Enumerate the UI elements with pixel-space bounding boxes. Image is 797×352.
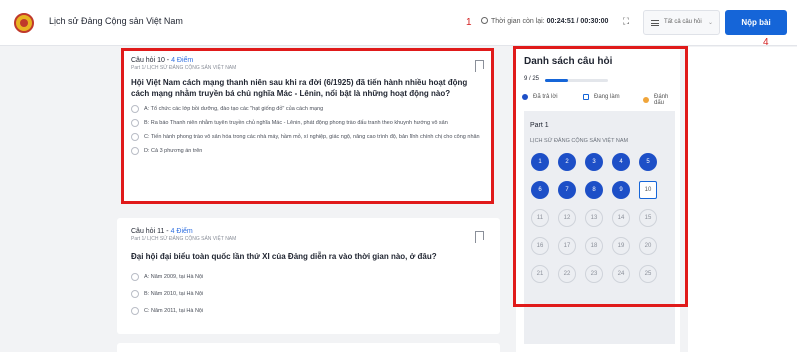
right-empty-area xyxy=(688,47,797,352)
filter-label: Tất cả câu hỏi xyxy=(664,19,702,25)
radio-button[interactable] xyxy=(131,307,139,315)
chevron-down-icon: ⌄ xyxy=(707,20,713,26)
party-emblem-icon xyxy=(14,13,34,33)
fullscreen-icon[interactable]: ⛶ xyxy=(619,14,633,28)
page-title: Lịch sử Đảng Cộng sản Việt Nam xyxy=(49,16,183,26)
option-label: B: Năm 2010, tại Hà Nội xyxy=(144,291,204,297)
annotation-marker-1: 1 xyxy=(466,17,472,28)
option-label: A: Năm 2009, tại Hà Nội xyxy=(144,274,204,280)
question-filter-select[interactable]: Tất cả câu hỏi ⌄ xyxy=(643,10,720,35)
answer-option-a[interactable]: A: Năm 2009, tại Hà Nội xyxy=(131,273,486,281)
annotation-box-2 xyxy=(121,48,494,204)
clock-icon xyxy=(481,17,488,24)
annotation-box-3 xyxy=(513,46,688,307)
timer: Thời gian còn lại: 00:24:51 / 00:30:00 xyxy=(481,17,608,25)
question-card-12 xyxy=(117,343,500,352)
question-number: Câu hỏi 11 - xyxy=(131,228,171,235)
submit-button[interactable]: Nộp bài xyxy=(725,10,787,35)
question-part: Part 1/ LỊCH SỬ ĐẢNG CỘNG SẢN VIỆT NAM xyxy=(131,236,237,242)
question-text: Đại hội đại biểu toàn quốc lần thứ XI củ… xyxy=(131,252,437,261)
question-heading: Câu hỏi 11 - 4 Điểm xyxy=(131,228,486,235)
question-card-11: Câu hỏi 11 - 4 Điểm Part 1/ LỊCH SỬ ĐẢNG… xyxy=(117,218,500,334)
flag-icon[interactable] xyxy=(475,231,484,243)
radio-button[interactable] xyxy=(131,273,139,281)
answer-option-c[interactable]: C: Năm 2011, tại Hà Nội xyxy=(131,307,486,315)
timer-label: Thời gian còn lại: xyxy=(491,18,545,25)
question-points: 4 Điểm xyxy=(170,228,193,235)
timer-value: 00:24:51 / 00:30:00 xyxy=(546,18,609,25)
top-bar: Lịch sử Đảng Cộng sản Việt Nam Thời gian… xyxy=(0,0,797,46)
answer-option-b[interactable]: B: Năm 2010, tại Hà Nội xyxy=(131,290,486,298)
option-label: C: Năm 2011, tại Hà Nội xyxy=(144,308,204,314)
list-icon xyxy=(651,20,659,26)
radio-button[interactable] xyxy=(131,290,139,298)
